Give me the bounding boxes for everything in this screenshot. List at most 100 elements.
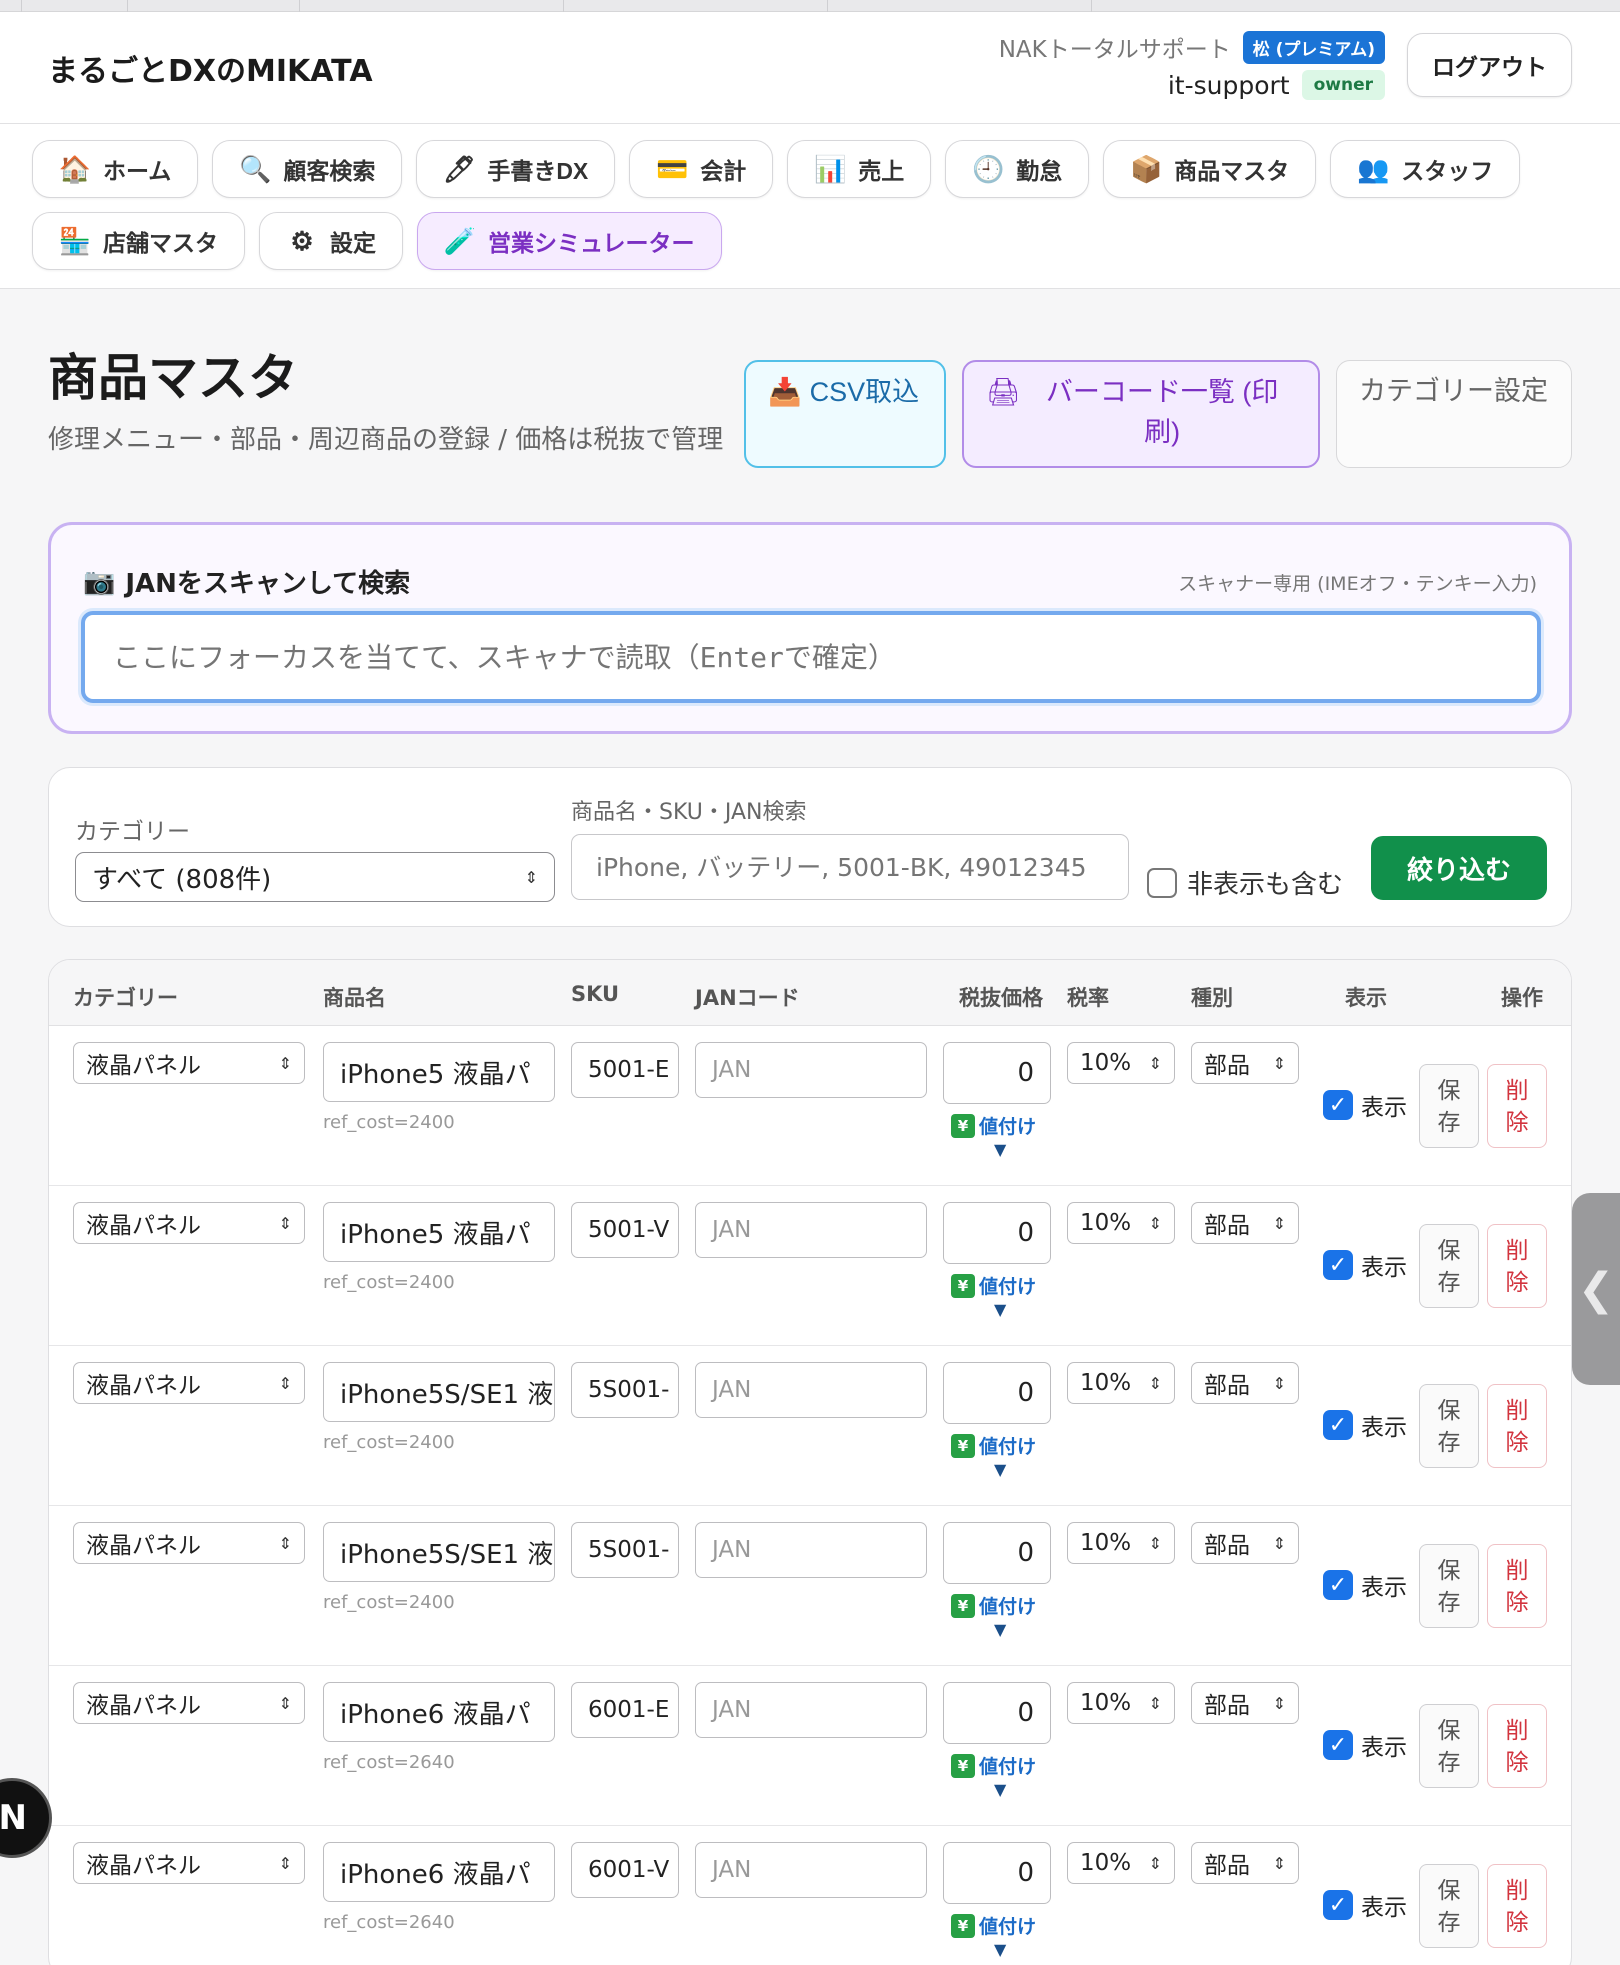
- caret-down-icon[interactable]: ▼: [994, 1140, 1006, 1159]
- row-jan-input[interactable]: JAN: [695, 1842, 927, 1898]
- row-visible-checkbox[interactable]: ✓ 表示: [1323, 1088, 1407, 1122]
- row-type-select[interactable]: 部品 ⇕: [1191, 1842, 1299, 1884]
- row-type-select[interactable]: 部品 ⇕: [1191, 1042, 1299, 1084]
- checkbox-checked-icon[interactable]: ✓: [1323, 1250, 1353, 1280]
- row-price-input[interactable]: 0: [943, 1842, 1051, 1904]
- checkbox-checked-icon[interactable]: ✓: [1323, 1090, 1353, 1120]
- row-type-select[interactable]: 部品 ⇕: [1191, 1682, 1299, 1724]
- row-save-button[interactable]: 保存: [1419, 1864, 1479, 1948]
- row-jan-input[interactable]: JAN: [695, 1362, 927, 1418]
- row-pricing-link[interactable]: ¥ 値付け: [951, 1912, 1036, 1939]
- row-name-input[interactable]: iPhone5 液晶パ: [323, 1042, 555, 1102]
- row-category-select[interactable]: 液晶パネル ⇕: [73, 1362, 305, 1404]
- product-search-input[interactable]: [571, 834, 1129, 900]
- category-settings-button[interactable]: カテゴリー設定: [1336, 360, 1572, 468]
- row-tax-select[interactable]: 10% ⇕: [1067, 1842, 1175, 1884]
- dev-badge[interactable]: N: [0, 1778, 52, 1858]
- row-delete-button[interactable]: 削除: [1487, 1704, 1547, 1788]
- row-name-input[interactable]: iPhone5 液晶パ: [323, 1202, 555, 1262]
- checkbox-checked-icon[interactable]: ✓: [1323, 1730, 1353, 1760]
- row-visible-checkbox[interactable]: ✓ 表示: [1323, 1568, 1407, 1602]
- row-tax-select[interactable]: 10% ⇕: [1067, 1042, 1175, 1084]
- row-visible-checkbox[interactable]: ✓ 表示: [1323, 1248, 1407, 1282]
- row-price-input[interactable]: 0: [943, 1362, 1051, 1424]
- row-sku-input[interactable]: 6001-V: [571, 1842, 679, 1898]
- barcode-list-button[interactable]: 🖨 バーコード一覧 (印刷): [962, 360, 1320, 468]
- row-tax-select[interactable]: 10% ⇕: [1067, 1362, 1175, 1404]
- row-save-button[interactable]: 保存: [1419, 1384, 1479, 1468]
- row-name-input[interactable]: iPhone6 液晶パ: [323, 1842, 555, 1902]
- row-sku-input[interactable]: 5S001-: [571, 1362, 679, 1418]
- row-category-select[interactable]: 液晶パネル ⇕: [73, 1842, 305, 1884]
- checkbox-checked-icon[interactable]: ✓: [1323, 1890, 1353, 1920]
- row-pricing-link[interactable]: ¥ 値付け: [951, 1432, 1036, 1459]
- row-delete-button[interactable]: 削除: [1487, 1544, 1547, 1628]
- row-price-input[interactable]: 0: [943, 1042, 1051, 1104]
- caret-down-icon[interactable]: ▼: [994, 1780, 1006, 1799]
- nav-item-10[interactable]: 🧪 営業シミュレーター: [417, 212, 722, 270]
- nav-item-4[interactable]: 📊 売上: [787, 140, 932, 198]
- row-name-input[interactable]: iPhone5S/SE1 液: [323, 1522, 555, 1582]
- caret-down-icon[interactable]: ▼: [994, 1460, 1006, 1479]
- row-jan-input[interactable]: JAN: [695, 1202, 927, 1258]
- csv-import-button[interactable]: 📥 CSV取込: [744, 360, 946, 468]
- logout-button[interactable]: ログアウト: [1407, 33, 1572, 97]
- row-price-input[interactable]: 0: [943, 1522, 1051, 1584]
- jan-scan-input[interactable]: [81, 611, 1541, 703]
- checkbox-unchecked-icon[interactable]: [1147, 867, 1177, 898]
- checkbox-checked-icon[interactable]: ✓: [1323, 1570, 1353, 1600]
- checkbox-checked-icon[interactable]: ✓: [1323, 1410, 1353, 1440]
- row-sku-input[interactable]: 5001-E: [571, 1042, 679, 1098]
- row-name-input[interactable]: iPhone6 液晶パ: [323, 1682, 555, 1742]
- nav-item-2[interactable]: 🖊 手書きDX: [416, 140, 616, 198]
- row-sku-input[interactable]: 5S001-: [571, 1522, 679, 1578]
- row-tax-select[interactable]: 10% ⇕: [1067, 1522, 1175, 1564]
- row-category-select[interactable]: 液晶パネル ⇕: [73, 1202, 305, 1244]
- nav-item-3[interactable]: 💳 会計: [629, 140, 774, 198]
- nav-item-1[interactable]: 🔍 顧客検索: [212, 140, 403, 198]
- row-jan-input[interactable]: JAN: [695, 1042, 927, 1098]
- nav-item-0[interactable]: 🏠 ホーム: [32, 140, 199, 198]
- row-tax-select[interactable]: 10% ⇕: [1067, 1202, 1175, 1244]
- row-save-button[interactable]: 保存: [1419, 1224, 1479, 1308]
- row-type-select[interactable]: 部品 ⇕: [1191, 1362, 1299, 1404]
- nav-item-7[interactable]: 👥 スタッフ: [1330, 140, 1521, 198]
- row-pricing-link[interactable]: ¥ 値付け: [951, 1592, 1036, 1619]
- row-type-select[interactable]: 部品 ⇕: [1191, 1202, 1299, 1244]
- row-jan-input[interactable]: JAN: [695, 1682, 927, 1738]
- caret-down-icon[interactable]: ▼: [994, 1620, 1006, 1639]
- row-delete-button[interactable]: 削除: [1487, 1224, 1547, 1308]
- row-delete-button[interactable]: 削除: [1487, 1384, 1547, 1468]
- row-save-button[interactable]: 保存: [1419, 1704, 1479, 1788]
- caret-down-icon[interactable]: ▼: [994, 1300, 1006, 1319]
- filter-submit-button[interactable]: 絞り込む: [1371, 836, 1547, 900]
- row-price-input[interactable]: 0: [943, 1202, 1051, 1264]
- row-visible-checkbox[interactable]: ✓ 表示: [1323, 1888, 1407, 1922]
- row-delete-button[interactable]: 削除: [1487, 1064, 1547, 1148]
- row-visible-checkbox[interactable]: ✓ 表示: [1323, 1728, 1407, 1762]
- category-filter-select[interactable]: すべて (808件) ⇕: [75, 852, 555, 902]
- row-category-select[interactable]: 液晶パネル ⇕: [73, 1522, 305, 1564]
- row-delete-button[interactable]: 削除: [1487, 1864, 1547, 1948]
- nav-item-5[interactable]: 🕘 勤怠: [945, 140, 1090, 198]
- row-category-select[interactable]: 液晶パネル ⇕: [73, 1682, 305, 1724]
- include-hidden-checkbox[interactable]: 非表示も含む: [1147, 864, 1343, 901]
- row-pricing-link[interactable]: ¥ 値付け: [951, 1272, 1036, 1299]
- row-pricing-link[interactable]: ¥ 値付け: [951, 1752, 1036, 1779]
- row-jan-input[interactable]: JAN: [695, 1522, 927, 1578]
- side-panel-toggle[interactable]: ❮: [1572, 1193, 1620, 1385]
- row-price-input[interactable]: 0: [943, 1682, 1051, 1744]
- row-pricing-link[interactable]: ¥ 値付け: [951, 1112, 1036, 1139]
- nav-item-6[interactable]: 📦 商品マスタ: [1103, 140, 1317, 198]
- row-visible-checkbox[interactable]: ✓ 表示: [1323, 1408, 1407, 1442]
- row-save-button[interactable]: 保存: [1419, 1544, 1479, 1628]
- caret-down-icon[interactable]: ▼: [994, 1940, 1006, 1959]
- row-category-select[interactable]: 液晶パネル ⇕: [73, 1042, 305, 1084]
- nav-item-8[interactable]: 🏪 店舗マスタ: [32, 212, 245, 270]
- row-sku-input[interactable]: 6001-E: [571, 1682, 679, 1738]
- nav-item-9[interactable]: ⚙ 設定: [259, 212, 403, 270]
- row-name-input[interactable]: iPhone5S/SE1 液: [323, 1362, 555, 1422]
- row-sku-input[interactable]: 5001-V: [571, 1202, 679, 1258]
- row-type-select[interactable]: 部品 ⇕: [1191, 1522, 1299, 1564]
- row-tax-select[interactable]: 10% ⇕: [1067, 1682, 1175, 1724]
